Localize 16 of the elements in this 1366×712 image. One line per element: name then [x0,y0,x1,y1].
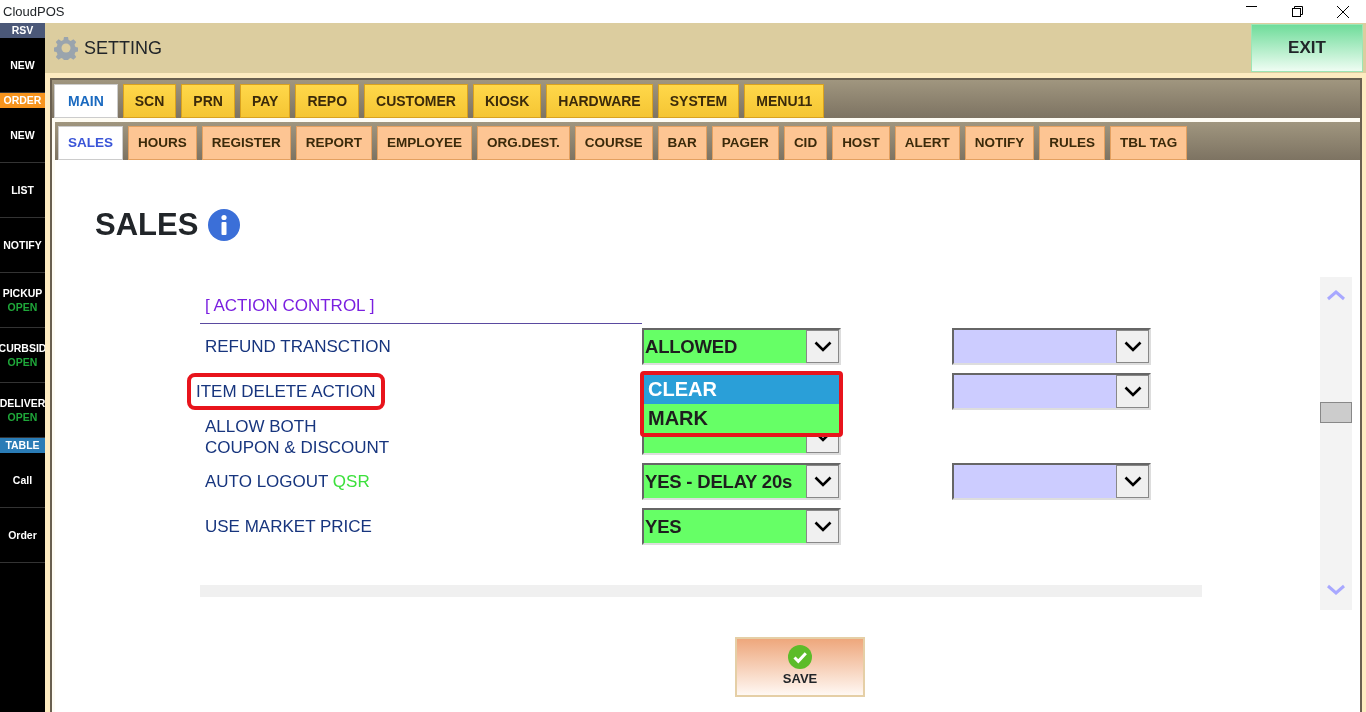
sidebar-item-label: PICKUP [2,286,43,300]
page-title: SALES [95,206,199,244]
window-title: CloudPOS [2,2,65,21]
setting-label: REFUND TRANSCTION [204,336,392,357]
status-text: OPEN [7,410,38,424]
status-text: OPEN [7,355,38,369]
sidebar-section-header: RSV [0,23,45,38]
sidebar-item-label: DELIVER [0,396,45,410]
sidebar-section-header: ORDER [0,93,45,108]
status-text: OPEN [7,300,38,314]
page-header-title: SETTING [84,36,162,60]
setting-label: ALLOW BOTH COUPON & DISCOUNT [204,415,391,458]
setting-label: AUTO LOGOUT QSR [204,471,371,492]
setting-label: USE MARKET PRICE [204,516,373,537]
section-title: [ ACTION CONTROL ] [200,292,642,324]
sidebar-section-header: TABLE [0,438,45,453]
